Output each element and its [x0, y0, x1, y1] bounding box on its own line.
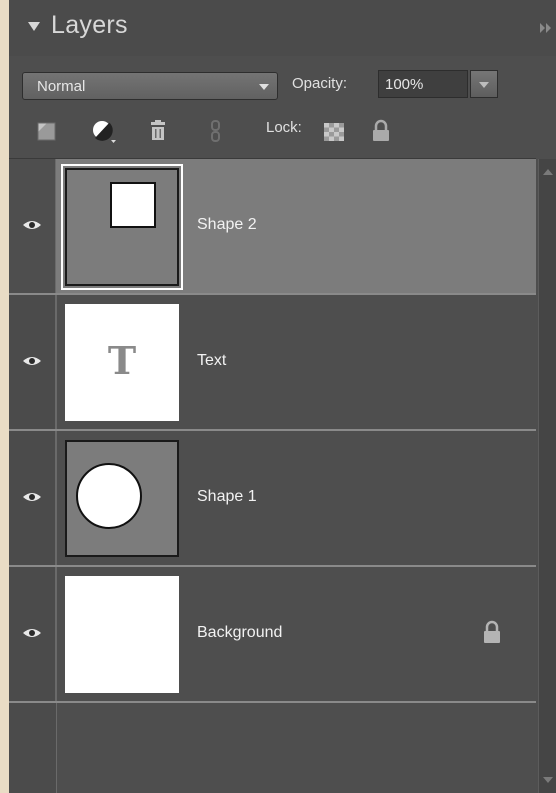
- layer-name: Shape 2: [197, 216, 257, 233]
- blend-mode-dropdown[interactable]: Normal: [22, 72, 278, 100]
- scrollbar[interactable]: [538, 159, 556, 793]
- opacity-field[interactable]: 100%: [378, 70, 468, 98]
- chevron-down-icon: [259, 84, 269, 90]
- adjustment-layer-icon[interactable]: [89, 117, 117, 145]
- layer-name: Shape 1: [197, 488, 257, 505]
- new-layer-icon[interactable]: [33, 117, 61, 145]
- chevron-down-icon: [479, 82, 489, 88]
- lock-icon: [484, 620, 500, 643]
- text-glyph: T: [108, 338, 136, 383]
- lock-label: Lock:: [266, 119, 302, 136]
- layers-panel: Layers Normal Opacity: 100% Lock: Shape …: [9, 0, 556, 793]
- layer-thumbnail[interactable]: T: [65, 304, 179, 421]
- scroll-up-icon[interactable]: [543, 169, 553, 175]
- eye-icon[interactable]: [22, 219, 42, 231]
- layer-row-shape-2[interactable]: Shape 2: [9, 159, 536, 295]
- eye-icon[interactable]: [22, 627, 42, 639]
- panel-menu-icon[interactable]: [539, 22, 553, 34]
- layer-thumbnail[interactable]: [61, 164, 183, 290]
- layer-row-background[interactable]: Background: [9, 567, 536, 703]
- layer-thumbnail[interactable]: [65, 576, 179, 693]
- visibility-cell[interactable]: [9, 159, 56, 293]
- visibility-cell[interactable]: [9, 295, 56, 429]
- opacity-value: 100%: [385, 76, 424, 93]
- panel-title: Layers: [51, 11, 128, 39]
- collapse-triangle-icon[interactable]: [28, 22, 40, 31]
- trash-icon[interactable]: [144, 117, 172, 145]
- scroll-down-icon[interactable]: [543, 777, 553, 783]
- layer-thumbnail[interactable]: [65, 440, 179, 557]
- visibility-cell[interactable]: [9, 431, 56, 565]
- eye-icon[interactable]: [22, 355, 42, 367]
- panel-header[interactable]: Layers: [9, 0, 556, 56]
- link-icon[interactable]: [202, 117, 230, 145]
- opacity-label: Opacity:: [292, 75, 348, 92]
- visibility-cell[interactable]: [9, 567, 56, 701]
- lock-transparent-icon[interactable]: [320, 117, 348, 145]
- opacity-slider-button[interactable]: [470, 70, 498, 98]
- eye-icon[interactable]: [22, 491, 42, 503]
- layer-name: Background: [197, 624, 283, 641]
- layer-row-shape-1[interactable]: Shape 1: [9, 431, 536, 567]
- layer-row-text[interactable]: T Text: [9, 295, 536, 431]
- layer-list: Shape 2 T Text Shape 1 Background: [9, 158, 536, 793]
- blend-mode-value: Normal: [37, 78, 86, 95]
- lock-all-icon[interactable]: [367, 117, 395, 145]
- layer-name: Text: [197, 352, 227, 369]
